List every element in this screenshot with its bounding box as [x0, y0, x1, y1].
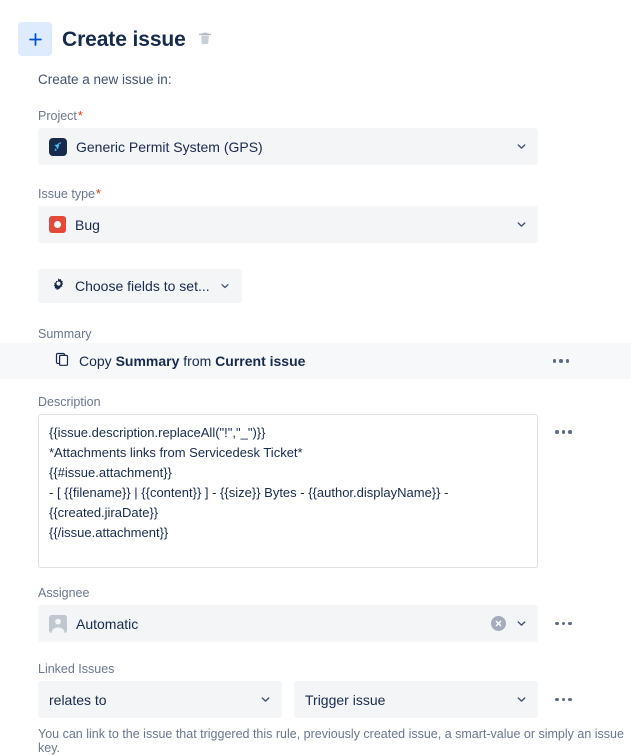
linked-issues-more-options-icon[interactable] — [555, 697, 572, 702]
linked-issues-helper-text: You can link to the issue that triggered… — [38, 727, 624, 755]
required-marker: * — [95, 187, 101, 201]
bug-icon — [49, 216, 66, 233]
assignee-label: Assignee — [38, 586, 90, 600]
choose-fields-button[interactable]: Choose fields to set... — [38, 269, 242, 303]
chevron-down-icon — [515, 218, 528, 231]
assignee-value: Automatic — [76, 615, 139, 632]
chevron-down-icon — [515, 693, 528, 706]
linked-issues-field-group: Linked Issues relates to Trigger issue Y… — [38, 662, 631, 755]
choose-fields-group: Choose fields to set... — [38, 269, 631, 303]
create-issue-form: Create a new issue in: Project* Generic … — [0, 72, 631, 755]
description-more-options-icon[interactable] — [555, 430, 572, 434]
summary-label: Summary — [38, 327, 92, 341]
summary-source-field: Summary — [115, 353, 180, 369]
trash-icon[interactable] — [198, 31, 212, 47]
project-field-group: Project* Generic Permit System (GPS) — [38, 109, 631, 165]
form-intro-text: Create a new issue in: — [38, 72, 172, 87]
clear-icon[interactable] — [491, 616, 506, 631]
description-label: Description — [38, 395, 101, 409]
link-target-value: Trigger issue — [305, 691, 386, 708]
project-value: Generic Permit System (GPS) — [76, 138, 263, 155]
page-title: Create issue — [62, 27, 186, 51]
summary-copy-prefix: Copy — [79, 353, 116, 369]
link-type-value: relates to — [49, 691, 107, 708]
chevron-down-icon — [219, 280, 231, 292]
description-textarea[interactable] — [38, 414, 538, 568]
issue-type-value: Bug — [75, 216, 100, 233]
summary-copy-middle: from — [179, 353, 216, 369]
assignee-more-options-icon[interactable] — [555, 621, 572, 626]
project-select[interactable]: Generic Permit System (GPS) — [38, 128, 538, 165]
panel-header: Create issue — [0, 0, 631, 56]
user-avatar-icon — [49, 614, 67, 633]
summary-field-group: Summary Copy Summary from Current issue — [0, 327, 631, 379]
link-target-select[interactable]: Trigger issue — [294, 681, 538, 718]
gear-icon — [51, 277, 66, 295]
add-component-button[interactable] — [18, 22, 52, 56]
assignee-select[interactable]: Automatic — [38, 605, 538, 642]
choose-fields-label: Choose fields to set... — [75, 278, 210, 294]
link-type-select[interactable]: relates to — [38, 681, 282, 718]
plus-icon — [28, 32, 43, 47]
issue-type-label: Issue type* — [38, 187, 101, 201]
copy-icon — [55, 352, 70, 370]
summary-value: Copy Summary from Current issue — [55, 352, 305, 370]
rocket-project-icon — [49, 137, 67, 156]
summary-row[interactable]: Copy Summary from Current issue — [0, 343, 631, 379]
chevron-down-icon — [515, 617, 528, 630]
project-label: Project* — [38, 109, 83, 123]
chevron-down-icon — [259, 693, 272, 706]
assignee-field-group: Assignee Automatic — [38, 586, 631, 642]
description-field-group: Description — [38, 395, 631, 568]
linked-issues-label: Linked Issues — [38, 662, 115, 676]
summary-more-options-icon[interactable] — [552, 359, 569, 363]
issue-type-field-group: Issue type* Bug — [38, 187, 631, 243]
issue-type-select[interactable]: Bug — [38, 206, 538, 243]
required-marker: * — [77, 109, 83, 123]
chevron-down-icon — [515, 140, 528, 153]
summary-source-issue: Current issue — [215, 353, 306, 369]
